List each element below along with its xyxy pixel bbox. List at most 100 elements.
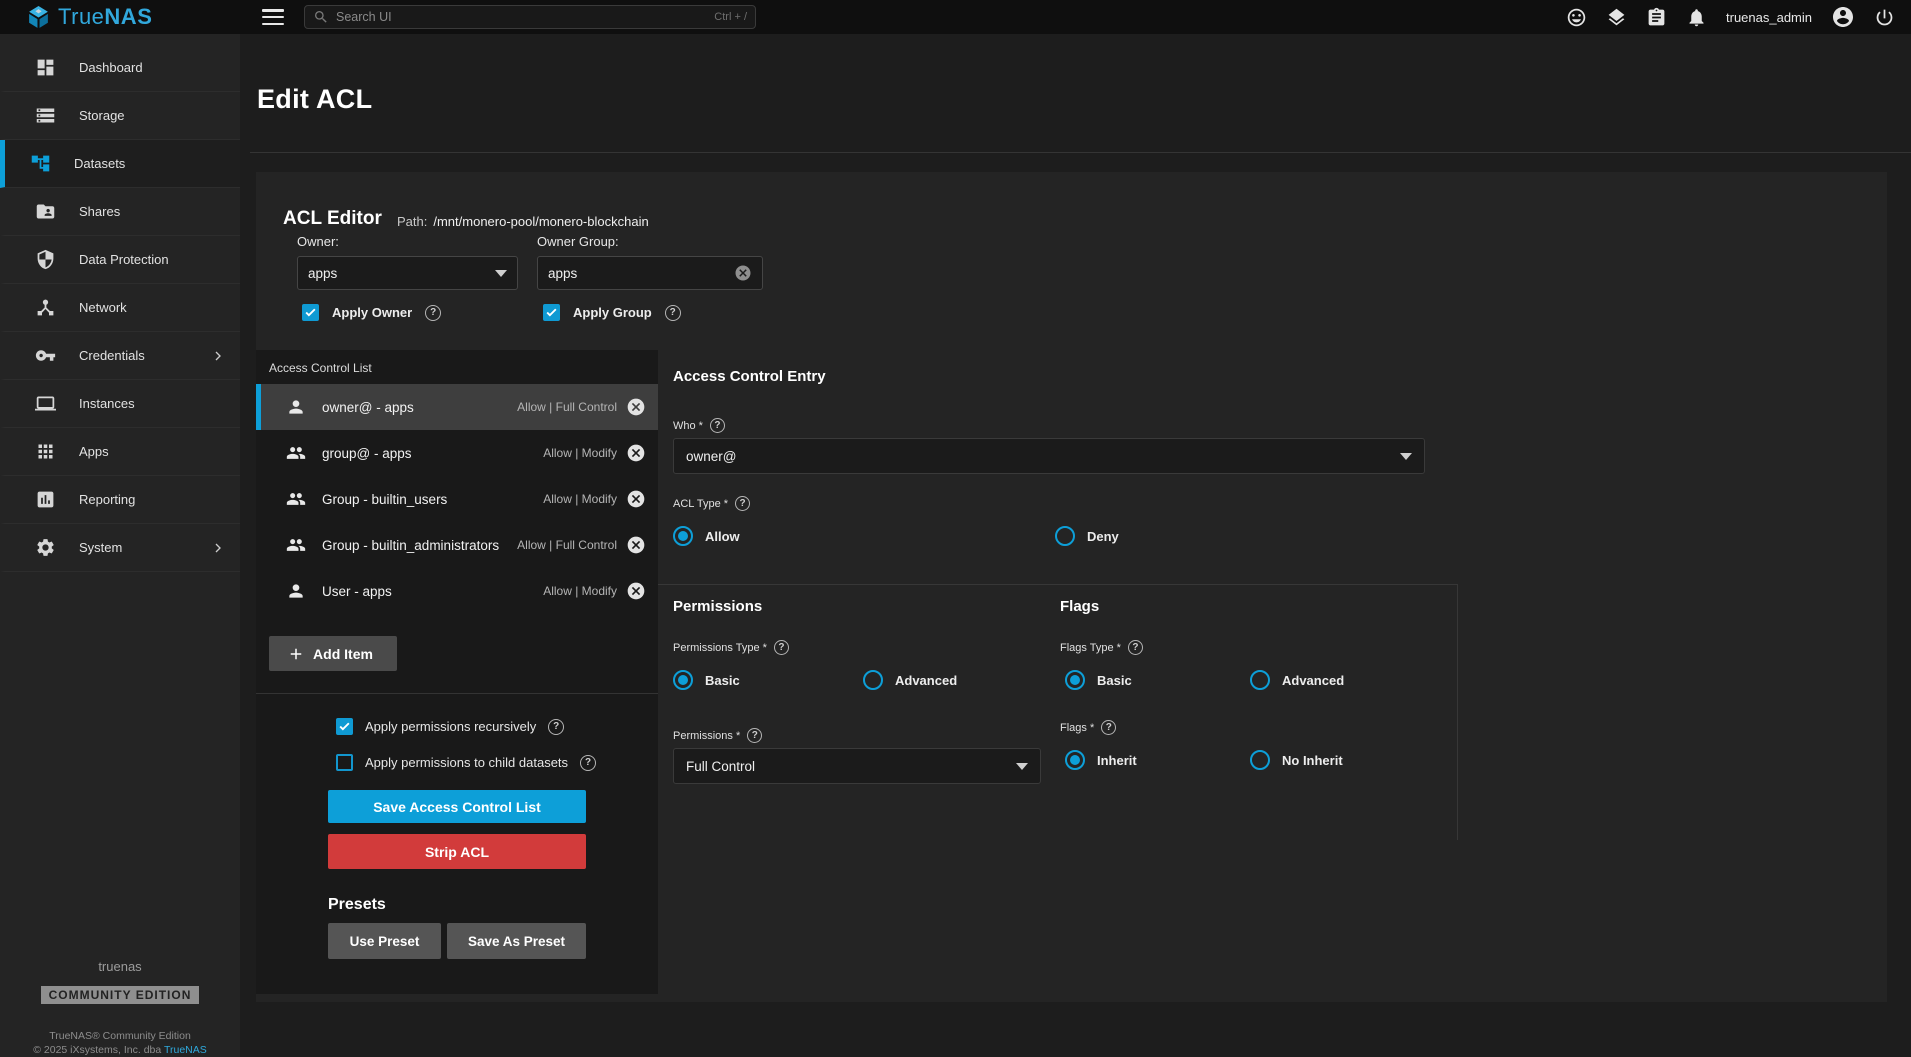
sidebar-item-data-protection[interactable]: Data Protection (0, 236, 240, 284)
owner-group-input[interactable] (548, 266, 734, 281)
owner-group-input-wrap[interactable] (537, 256, 763, 290)
apply-group-label: Apply Group (573, 305, 652, 320)
sidebar-item-label: Credentials (79, 348, 145, 363)
save-acl-button[interactable]: Save Access Control List (328, 790, 586, 823)
sidebar-item-system[interactable]: System (0, 524, 240, 572)
help-icon[interactable] (665, 305, 681, 321)
radio-no-inherit[interactable]: No Inherit (1250, 750, 1343, 770)
alerts-bell-icon[interactable] (1686, 7, 1707, 28)
help-icon[interactable] (735, 496, 750, 511)
delete-entry-icon[interactable] (626, 443, 646, 463)
add-item-button[interactable]: Add Item (269, 636, 397, 671)
owner-select[interactable]: apps (297, 256, 518, 290)
key-icon (35, 345, 56, 366)
delete-entry-icon[interactable] (626, 489, 646, 509)
chevron-down-icon (1400, 453, 1412, 460)
apply-owner-checkbox[interactable] (302, 304, 319, 321)
chevron-down-icon (495, 270, 507, 277)
topbar-actions: truenas_admin (1566, 5, 1911, 29)
user-avatar-icon[interactable] (1831, 5, 1855, 29)
radio-allow[interactable]: Allow (673, 526, 740, 546)
radio-permissions-basic[interactable]: Basic (673, 670, 740, 690)
sidebar-item-dashboard[interactable]: Dashboard (0, 44, 240, 92)
sidebar-item-credentials[interactable]: Credentials (0, 332, 240, 380)
menu-toggle-icon[interactable] (262, 9, 284, 25)
network-hub-icon (35, 297, 56, 318)
feedback-smiley-icon[interactable] (1566, 7, 1587, 28)
help-icon[interactable] (548, 719, 564, 735)
child-datasets-row: Apply permissions to child datasets (336, 754, 658, 771)
apply-group-checkbox[interactable] (543, 304, 560, 321)
help-icon[interactable] (425, 305, 441, 321)
delete-entry-icon[interactable] (626, 581, 646, 601)
truenas-footer-link[interactable]: TrueNAS (164, 1044, 207, 1056)
help-icon[interactable] (710, 418, 725, 433)
sidebar-item-reporting[interactable]: Reporting (0, 476, 240, 524)
acl-entry-name: owner@ - apps (322, 400, 414, 415)
radio-permissions-advanced[interactable]: Advanced (863, 670, 957, 690)
sidebar-item-apps[interactable]: Apps (0, 428, 240, 476)
sidebar-item-storage[interactable]: Storage (0, 92, 240, 140)
global-search[interactable]: Ctrl + / (304, 5, 756, 29)
title-divider (250, 152, 1911, 153)
sidebar-item-instances[interactable]: Instances (0, 380, 240, 428)
plus-icon (287, 645, 305, 663)
recursive-checkbox[interactable] (336, 718, 353, 735)
sidebar-item-label: Network (79, 300, 127, 315)
use-preset-button[interactable]: Use Preset (328, 923, 441, 959)
acl-entry-permission: Allow | Modify (543, 446, 617, 460)
sidebar-item-shares[interactable]: Shares (0, 188, 240, 236)
acl-entry-name: group@ - apps (322, 446, 412, 461)
acl-entry-permission: Allow | Modify (543, 584, 617, 598)
radio-inherit[interactable]: Inherit (1065, 750, 1137, 770)
footer-edition-label: TrueNAS® Community Edition (0, 1030, 240, 1042)
acl-entry-builtin-users[interactable]: Group - builtin_users Allow | Modify (256, 476, 658, 522)
sidebar-item-datasets[interactable]: Datasets (0, 140, 240, 188)
laptop-icon (35, 393, 56, 414)
acl-editor-header: ACL Editor Path:/mnt/monero-pool/monero-… (256, 172, 1887, 350)
shield-icon (35, 249, 56, 270)
delete-entry-icon[interactable] (626, 397, 646, 417)
presets-title: Presets (328, 896, 658, 914)
help-icon[interactable] (747, 728, 762, 743)
jobs-clipboard-icon[interactable] (1646, 7, 1667, 28)
radio-deny[interactable]: Deny (1055, 526, 1119, 546)
recursive-row: Apply permissions recursively (336, 718, 658, 735)
who-select[interactable]: owner@ (673, 438, 1425, 474)
truecommand-icon[interactable] (1606, 7, 1627, 28)
username-label: truenas_admin (1726, 10, 1812, 25)
truenas-logo[interactable]: TrueNAS (0, 4, 240, 30)
sidebar-item-network[interactable]: Network (0, 284, 240, 332)
flags-type-label: Flags Type * (1060, 640, 1143, 655)
power-icon[interactable] (1874, 7, 1895, 28)
help-icon[interactable] (1101, 720, 1116, 735)
acl-editor-card: ACL Editor Path:/mnt/monero-pool/monero-… (256, 172, 1887, 1002)
sidebar-item-label: Storage (79, 108, 125, 123)
delete-entry-icon[interactable] (626, 535, 646, 555)
acl-entry-builtin-administrators[interactable]: Group - builtin_administrators Allow | F… (256, 522, 658, 568)
help-icon[interactable] (1128, 640, 1143, 655)
truenas-logo-icon (26, 5, 51, 30)
radio-flags-advanced[interactable]: Advanced (1250, 670, 1344, 690)
child-datasets-checkbox[interactable] (336, 754, 353, 771)
acl-entry-permission: Allow | Modify (543, 492, 617, 506)
strip-acl-button[interactable]: Strip ACL (328, 834, 586, 869)
chevron-right-icon (210, 540, 226, 556)
acl-editor-title: ACL Editor (283, 208, 382, 230)
group-icon (286, 535, 306, 555)
acl-entry-group[interactable]: group@ - apps Allow | Modify (256, 430, 658, 476)
child-datasets-label: Apply permissions to child datasets (365, 755, 568, 770)
radio-flags-basic[interactable]: Basic (1065, 670, 1132, 690)
save-as-preset-button[interactable]: Save As Preset (447, 923, 586, 959)
search-input[interactable] (336, 10, 707, 24)
help-icon[interactable] (774, 640, 789, 655)
acl-entry-permission: Allow | Full Control (517, 538, 617, 552)
acl-entry-owner[interactable]: owner@ - apps Allow | Full Control (256, 384, 658, 430)
acl-entry-user-apps[interactable]: User - apps Allow | Modify (256, 568, 658, 614)
flags-label: Flags * (1060, 720, 1116, 735)
permissions-select[interactable]: Full Control (673, 748, 1041, 784)
acl-entry-name: Group - builtin_users (322, 492, 447, 507)
access-control-entry-panel: Access Control Entry Who * owner@ ACL Ty… (658, 350, 1887, 1002)
clear-icon[interactable] (734, 264, 752, 282)
help-icon[interactable] (580, 755, 596, 771)
